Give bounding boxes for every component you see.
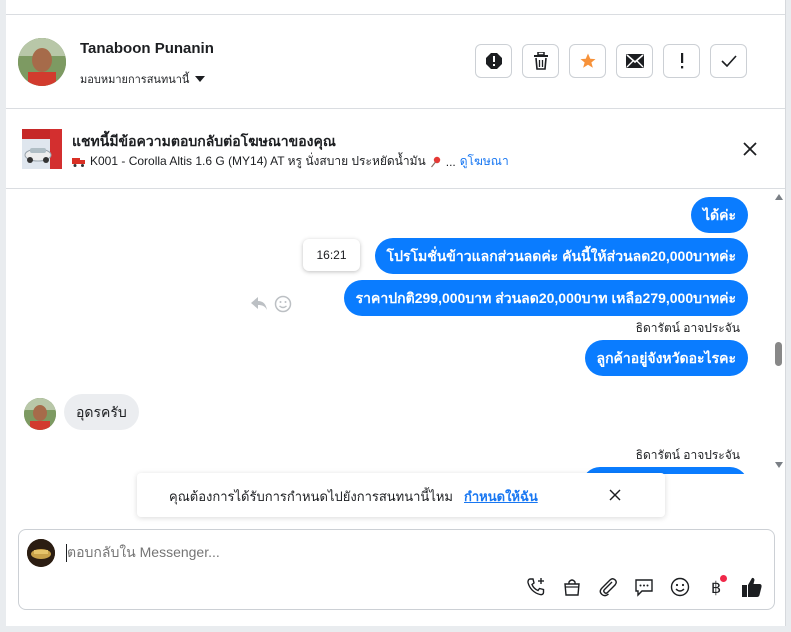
attach-button[interactable] [596, 575, 620, 599]
customer-avatar-small [24, 398, 56, 430]
conversation-panel: Tanaboon Punanin มอบหมายการสนทนานี้ แชทน… [6, 0, 786, 626]
assign-prompt-text: คุณต้องการได้รับการกำหนดไปยังการสนทนานี้… [169, 489, 453, 504]
assign-prompt-banner: คุณต้องการได้รับการกำหนดไปยังการสนทนานี้… [137, 473, 665, 517]
scroll-thumb[interactable] [775, 342, 782, 366]
customer-avatar[interactable] [18, 38, 66, 86]
spam-icon [485, 53, 502, 69]
chevron-down-icon [195, 76, 206, 82]
follow-up-button[interactable] [663, 44, 700, 78]
shopping-bag-icon [564, 579, 580, 596]
chat-icon [635, 579, 653, 597]
emoji-icon [670, 577, 690, 597]
close-icon[interactable] [742, 141, 758, 157]
svg-text:฿: ฿ [711, 578, 721, 597]
timestamp-tooltip: 16:21 [303, 239, 360, 271]
assign-dropdown[interactable]: มอบหมายการสนทนานี้ [80, 70, 206, 88]
phone-add-icon [527, 578, 545, 596]
trash-icon [533, 52, 548, 70]
attachment-icon [599, 578, 617, 597]
reply-icon[interactable] [250, 295, 268, 311]
delete-button[interactable] [522, 44, 559, 78]
react-emoji-icon[interactable] [274, 295, 292, 313]
page-avatar [27, 539, 55, 567]
saved-replies-button[interactable] [632, 575, 656, 599]
call-button[interactable] [524, 575, 548, 599]
view-ad-link[interactable]: ดูโฆษณา [460, 152, 509, 171]
message-bubble-incoming[interactable]: อุดรครับ [64, 394, 139, 430]
scroll-up-arrow[interactable] [775, 194, 783, 200]
star-icon [580, 53, 595, 68]
header-actions [475, 44, 747, 78]
check-icon [720, 55, 737, 67]
ad-title: แชทนี้มีข้อความตอบกลับต่อโฆษณาของคุณ [72, 133, 336, 149]
assign-to-me-link[interactable]: กำหนดให้ฉัน [464, 486, 538, 507]
notification-dot [720, 575, 727, 582]
thread-scrollbar[interactable] [773, 189, 785, 474]
pin-icon [430, 156, 440, 167]
mail-icon [625, 54, 644, 68]
mark-done-button[interactable] [710, 44, 747, 78]
payment-button[interactable]: ฿ [704, 575, 728, 599]
sender-name: ธิดารัตน์ อาจประจัน [635, 448, 740, 462]
assign-label: มอบหมายการสนทนานี้ [80, 74, 190, 86]
scroll-down-arrow[interactable] [775, 462, 783, 468]
ad-thumbnail[interactable] [22, 129, 62, 169]
message-thread[interactable]: ได้ค่ะ โปรโมชั่นข้าวแลกส่วนลดค่ะ คันนี้ใ… [6, 189, 776, 474]
shop-button[interactable] [560, 575, 584, 599]
ad-context-bar: แชทนี้มีข้อความตอบกลับต่อโฆษณาของคุณ K00… [6, 109, 785, 189]
mark-spam-button[interactable] [475, 44, 512, 78]
like-icon [742, 577, 762, 597]
message-composer: ฿ [18, 529, 775, 610]
message-bubble-outgoing[interactable]: ลูกค้าอยู่จังหวัดอะไรคะ [584, 340, 748, 376]
reply-input[interactable] [67, 544, 567, 560]
ad-subtitle: K001 - Corolla Altis 1.6 G (MY14) AT หรู… [72, 152, 509, 171]
ad-subtitle-text: K001 - Corolla Altis 1.6 G (MY14) AT หรู… [90, 154, 426, 168]
truck-icon [72, 157, 85, 167]
sender-name: ธิดารัตน์ อาจประจัน [635, 321, 740, 335]
message-bubble-outgoing[interactable]: โปรโมชั่นข้าวแลกส่วนลดค่ะ คันนี้ให้ส่วนล… [374, 238, 748, 274]
composer-tools: ฿ [524, 575, 764, 599]
alert-icon [680, 53, 683, 69]
customer-name[interactable]: Tanaboon Punanin [80, 40, 214, 57]
close-icon[interactable] [608, 488, 622, 502]
message-bubble-outgoing[interactable]: ได้ค่ะ [690, 197, 748, 233]
like-button[interactable] [740, 575, 764, 599]
star-button[interactable] [569, 44, 606, 78]
emoji-button[interactable] [668, 575, 692, 599]
message-bubble-outgoing[interactable]: ราคาปกติ299,000บาท ส่วนลด20,000บาท เหลือ… [343, 280, 748, 316]
ad-ellipsis: ... [445, 154, 456, 169]
mark-unread-button[interactable] [616, 44, 653, 78]
conversation-header: Tanaboon Punanin มอบหมายการสนทนานี้ [6, 15, 785, 109]
